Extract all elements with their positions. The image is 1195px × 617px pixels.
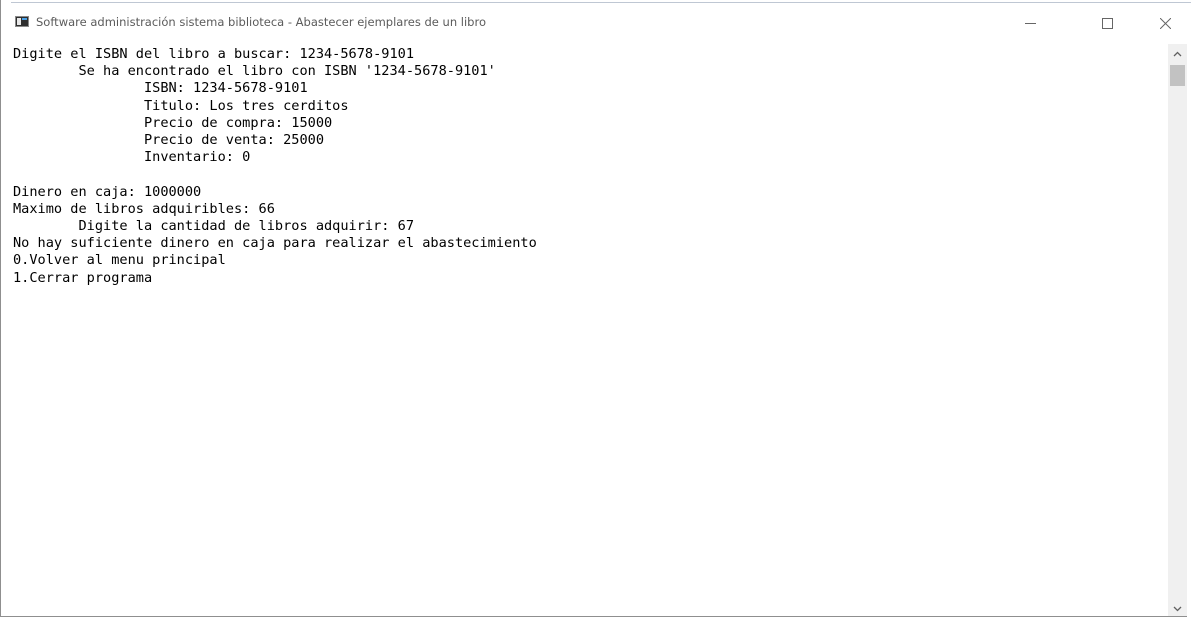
console-line: Inventario: 0 [13, 149, 251, 166]
console-line: ISBN: 1234-5678-9101 [13, 80, 308, 97]
scroll-down-arrow-icon [1173, 599, 1182, 617]
window-title: Software administración sistema bibliote… [36, 15, 486, 29]
console-line: Precio de venta: 25000 [13, 132, 324, 149]
console-line: Digite el ISBN del libro a buscar: 1234-… [13, 46, 415, 62]
scroll-up-button[interactable] [1168, 44, 1187, 61]
close-icon [1159, 18, 1171, 29]
minimize-icon [1024, 18, 1036, 29]
title-bar[interactable]: Software administración sistema bibliote… [1, 5, 1195, 44]
console-line: 1.Cerrar programa [13, 269, 153, 286]
vertical-scrollbar[interactable] [1168, 44, 1187, 616]
console-line: Maximo de libros adquiribles: 66 [13, 200, 275, 217]
console-line: Se ha encontrado el libro con ISBN '1234… [13, 63, 496, 80]
console-line: Dinero en caja: 1000000 [13, 183, 202, 200]
console-line: Precio de compra: 15000 [13, 114, 333, 131]
console-line: Digite la cantidad de libros adquirir: 6… [13, 218, 415, 235]
console-line: Titulo: Los tres cerditos [13, 97, 349, 114]
maximize-button[interactable] [1084, 10, 1130, 37]
scroll-down-button[interactable] [1168, 599, 1187, 616]
scroll-up-arrow-icon [1173, 44, 1182, 62]
minimize-button[interactable] [1007, 10, 1053, 37]
console-line: 0.Volver al menu principal [13, 252, 226, 269]
close-button[interactable] [1142, 10, 1188, 37]
maximize-icon [1101, 18, 1113, 29]
scroll-thumb[interactable] [1170, 65, 1185, 86]
console-text: Digite el ISBN del libro a buscar: 1234-… [2, 44, 1168, 287]
window-right-edge [1187, 44, 1195, 617]
console-app-icon[interactable] [15, 16, 29, 27]
console-output[interactable]: Digite el ISBN del libro a buscar: 1234-… [2, 44, 1168, 616]
console-line: No hay suficiente dinero en caja para re… [13, 235, 537, 252]
console-window: Software administración sistema bibliote… [0, 0, 1195, 617]
